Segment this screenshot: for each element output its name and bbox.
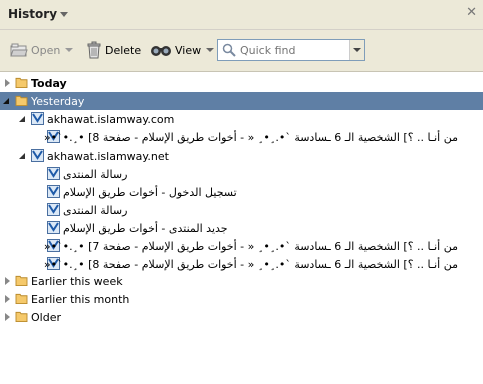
site-favicon-icon xyxy=(47,167,60,180)
tree-group-today[interactable]: Today xyxy=(0,74,483,92)
site-favicon-icon xyxy=(47,203,60,216)
view-dropdown-icon[interactable] xyxy=(206,48,215,52)
site-favicon-icon xyxy=(31,149,44,162)
quick-find-input[interactable] xyxy=(240,42,345,58)
search-icon xyxy=(222,43,236,57)
tree-group-earlier-this-week[interactable]: Earlier this week xyxy=(0,272,483,290)
tree-site-akhawat-islamway-com[interactable]: akhawat.islamway.com xyxy=(0,110,483,128)
folder-icon xyxy=(15,275,28,286)
history-tree: Today Yesterday akhawat.islamway.com من … xyxy=(0,72,483,384)
history-page-title: رسالة المنتدى xyxy=(63,167,128,181)
history-page-item[interactable]: رسالة المنتدى xyxy=(0,165,483,183)
tree-group-label: Earlier this week xyxy=(31,274,123,288)
history-page-title: جديد المنتدى - أخوات طريق الإسلام xyxy=(63,221,228,235)
trash-icon xyxy=(87,41,101,59)
folder-icon xyxy=(15,77,28,88)
expand-arrow-icon[interactable] xyxy=(5,295,10,303)
site-favicon-icon xyxy=(47,185,60,198)
folder-icon xyxy=(15,311,28,322)
open-folder-icon xyxy=(10,43,28,57)
collapse-arrow-icon[interactable] xyxy=(19,116,25,122)
expand-arrow-icon[interactable] xyxy=(5,313,10,321)
tree-site-label: akhawat.islamway.com xyxy=(47,112,175,126)
panel-menu-chevron-icon[interactable] xyxy=(60,12,68,17)
panel-header: History ✕ xyxy=(0,0,483,30)
view-button[interactable]: View xyxy=(150,38,215,62)
delete-button[interactable]: Delete xyxy=(86,38,141,62)
open-button[interactable]: Open xyxy=(10,38,74,62)
site-favicon-icon xyxy=(47,221,60,234)
history-page-title: من أنـا .. ؟] الشخصية الـ 6 ـسادسة `•.¸•… xyxy=(43,257,458,271)
tree-group-label: Today xyxy=(31,76,67,90)
tree-group-label: Older xyxy=(31,310,61,324)
history-page-title: من أنـا .. ؟] الشخصية الـ 6 ـسادسة `•.¸•… xyxy=(43,239,458,253)
search-dropdown-button[interactable] xyxy=(349,40,364,60)
collapse-arrow-icon[interactable] xyxy=(19,153,25,159)
panel-title[interactable]: History xyxy=(8,7,57,21)
tree-group-yesterday[interactable]: Yesterday xyxy=(0,92,483,110)
tree-group-older[interactable]: Older xyxy=(0,308,483,326)
history-page-item[interactable]: رسالة المنتدى xyxy=(0,201,483,219)
folder-icon xyxy=(15,293,28,304)
toolbar: Open Delete View xyxy=(0,30,483,72)
expand-arrow-icon[interactable] xyxy=(5,277,10,285)
open-button-label: Open xyxy=(31,43,61,57)
binoculars-icon xyxy=(151,46,171,56)
history-page-title: تسجيل الدخول - أخوات طريق الإسلام xyxy=(63,185,237,199)
history-page-title: رسالة المنتدى xyxy=(63,203,128,217)
tree-site-label: akhawat.islamway.net xyxy=(47,149,169,163)
tree-group-earlier-this-month[interactable]: Earlier this month xyxy=(0,290,483,308)
quick-find-box[interactable] xyxy=(217,39,365,61)
history-page-item[interactable]: من أنـا .. ؟] الشخصية الـ 6 ـسادسة `•.¸•… xyxy=(0,237,483,255)
open-dropdown-icon[interactable] xyxy=(65,48,74,52)
expand-arrow-icon[interactable] xyxy=(5,79,10,87)
history-page-item[interactable]: جديد المنتدى - أخوات طريق الإسلام xyxy=(0,219,483,237)
tree-site-akhawat-islamway-net[interactable]: akhawat.islamway.net xyxy=(0,147,483,165)
delete-button-label: Delete xyxy=(105,43,142,57)
history-page-title: من أنـا .. ؟] الشخصية الـ 6 ـسادسة `•.¸•… xyxy=(43,130,458,144)
tree-group-label: Yesterday xyxy=(31,94,85,108)
history-page-item[interactable]: من أنـا .. ؟] الشخصية الـ 6 ـسادسة `•.¸•… xyxy=(0,128,483,146)
view-button-label: View xyxy=(175,43,202,57)
tree-group-label: Earlier this month xyxy=(31,292,130,306)
site-favicon-icon xyxy=(31,112,44,125)
history-page-item[interactable]: من أنـا .. ؟] الشخصية الـ 6 ـسادسة `•.¸•… xyxy=(0,255,483,273)
collapse-arrow-icon[interactable] xyxy=(3,98,9,104)
folder-icon xyxy=(15,95,28,106)
close-icon[interactable]: ✕ xyxy=(466,5,477,20)
history-page-item[interactable]: تسجيل الدخول - أخوات طريق الإسلام xyxy=(0,183,483,201)
